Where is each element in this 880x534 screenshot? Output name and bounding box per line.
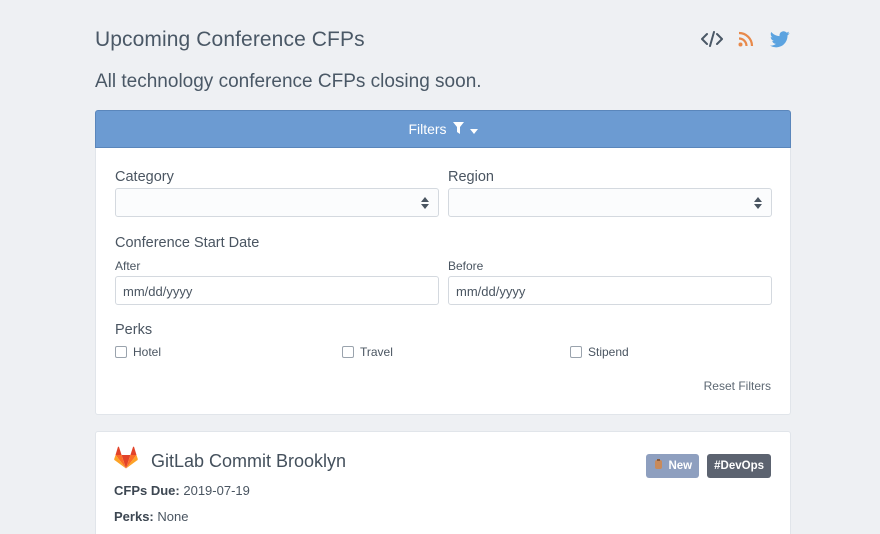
reset-filters-link[interactable]: Reset Filters: [704, 379, 771, 393]
before-date-input[interactable]: mm/dd/yyyy: [448, 276, 772, 305]
category-label: Category: [115, 169, 174, 185]
filters-toggle-label: Filters: [408, 121, 447, 137]
perk-travel-label: Travel: [360, 345, 393, 359]
after-date-input[interactable]: mm/dd/yyyy: [115, 276, 439, 305]
conference-card: GitLab Commit Brooklyn New #DevOps CFPs …: [95, 431, 791, 534]
rss-icon[interactable]: [735, 28, 757, 50]
cfps-due-value: 2019-07-19: [183, 483, 250, 498]
code-icon[interactable]: [701, 28, 723, 50]
select-arrows-icon: [754, 197, 762, 209]
tag-badge-devops[interactable]: #DevOps: [707, 454, 771, 478]
checkbox-box[interactable]: [342, 346, 354, 358]
region-label: Region: [448, 169, 494, 185]
cfps-due-label: CFPs Due:: [114, 483, 180, 498]
filter-icon: [452, 121, 464, 137]
conference-name-link[interactable]: GitLab Commit Brooklyn: [151, 451, 346, 472]
page-title: Upcoming Conference CFPs: [95, 28, 365, 51]
perk-travel-checkbox[interactable]: Travel: [342, 345, 393, 359]
twitter-icon[interactable]: [769, 28, 791, 50]
header: Upcoming Conference CFPs: [95, 28, 791, 54]
perk-stipend-label: Stipend: [588, 345, 629, 359]
perks-label: Perks: [115, 322, 153, 338]
before-label: Before: [448, 259, 484, 273]
new-icon: [653, 459, 664, 473]
perks-row: Perks: None: [114, 509, 188, 524]
perk-stipend-checkbox[interactable]: Stipend: [570, 345, 629, 359]
perk-hotel-label: Hotel: [133, 345, 162, 359]
filters-toggle-button[interactable]: Filters: [95, 110, 791, 148]
conference-badges: New #DevOps: [646, 454, 771, 478]
region-select[interactable]: [448, 188, 772, 217]
header-icons: [701, 28, 791, 50]
select-arrows-icon: [421, 197, 429, 209]
gitlab-icon: [114, 446, 138, 470]
checkbox-box[interactable]: [570, 346, 582, 358]
checkbox-box[interactable]: [115, 346, 127, 358]
start-date-label: Conference Start Date: [115, 235, 260, 251]
category-select[interactable]: [115, 188, 439, 217]
perk-hotel-checkbox[interactable]: Hotel: [115, 345, 161, 359]
filters-panel: Category Region Conference Start Date Af…: [95, 148, 791, 415]
perks-row-label: Perks:: [114, 509, 154, 524]
perks-row-value: None: [157, 509, 189, 524]
new-badge: New: [646, 454, 700, 478]
caret-down-icon: [469, 121, 478, 137]
new-badge-label: New: [668, 460, 693, 472]
after-label: After: [115, 259, 141, 273]
page-subtitle: All technology conference CFPs closing s…: [95, 71, 482, 92]
cfps-due-row: CFPs Due: 2019-07-19: [114, 483, 250, 498]
